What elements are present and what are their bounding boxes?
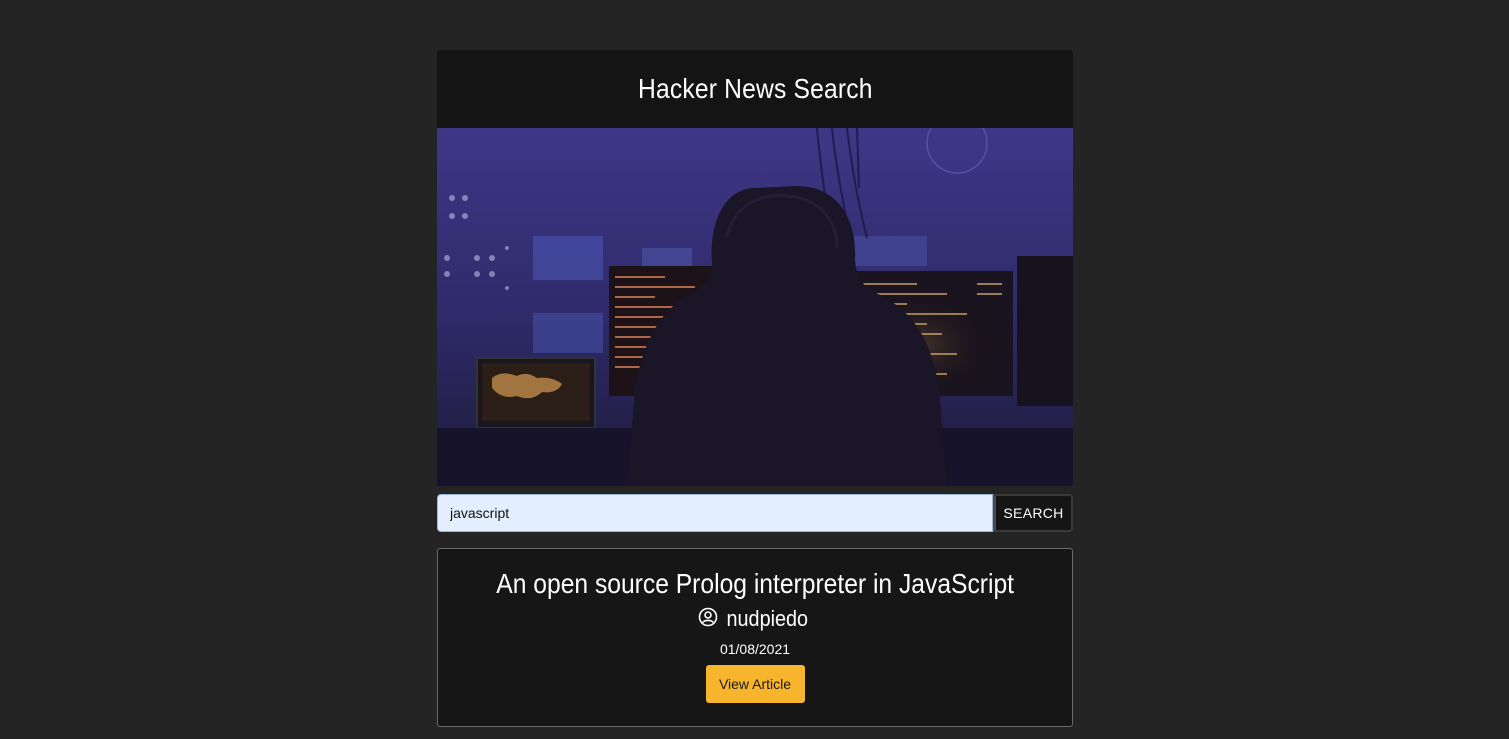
hacker-banner-image: [437, 128, 1073, 486]
search-input[interactable]: [437, 494, 993, 532]
result-card: An open source Prolog interpreter in Jav…: [437, 548, 1073, 727]
article-date: 01/08/2021: [719, 641, 791, 657]
author-row: nudpiedo: [698, 605, 813, 633]
view-article-button[interactable]: View Article: [705, 665, 805, 703]
search-bar: SEARCH: [437, 494, 1073, 532]
page-title: Hacker News Search: [637, 73, 873, 104]
app-header: Hacker News Search: [437, 50, 1073, 128]
search-button[interactable]: SEARCH: [993, 494, 1073, 532]
hero-image: [437, 128, 1073, 486]
article-author: nudpiedo: [726, 606, 808, 631]
app-container: Hacker News Search javascript SEARCH An …: [437, 50, 1073, 727]
article-title: An open source Prolog interpreter in Jav…: [496, 568, 1014, 599]
user-circle-icon: [698, 607, 718, 632]
